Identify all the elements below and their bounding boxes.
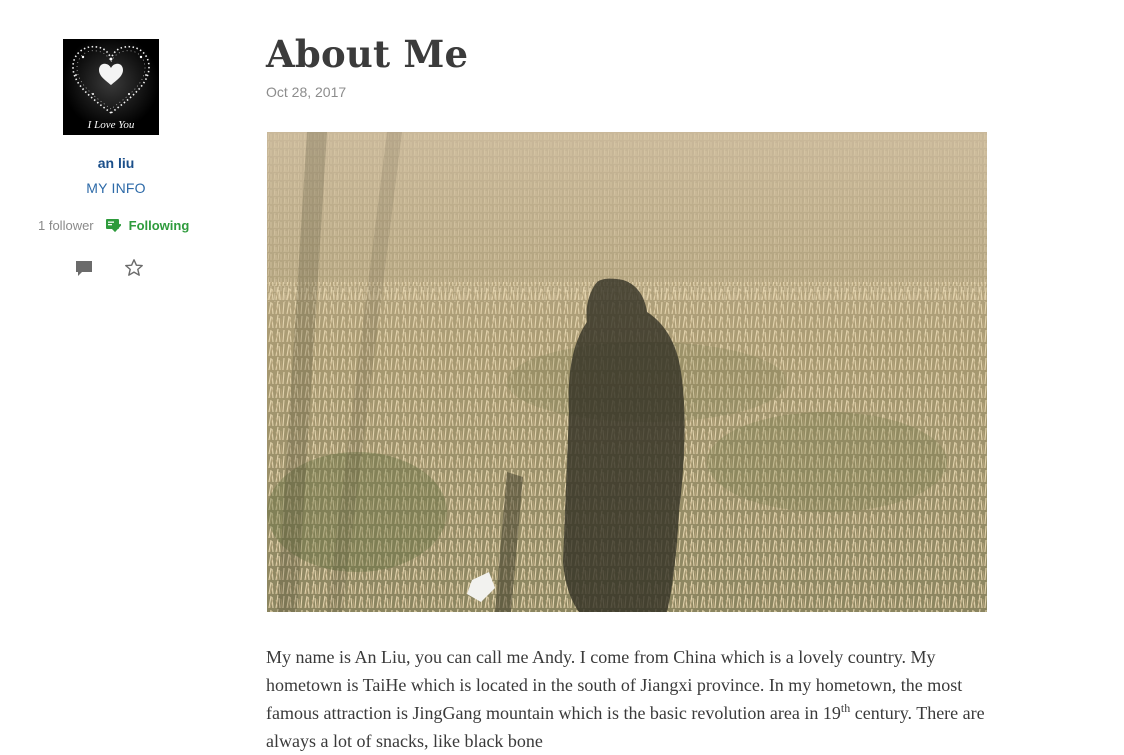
star-icon[interactable]	[124, 258, 144, 278]
follow-row: 1 follower Following	[38, 217, 189, 233]
post-actions	[74, 258, 144, 278]
follower-count[interactable]: 1 follower	[38, 218, 94, 233]
following-label: Following	[128, 217, 190, 233]
post-title: About Me	[266, 32, 469, 76]
following-button[interactable]: Following	[105, 217, 190, 233]
following-check-icon	[105, 219, 121, 233]
post-date: Oct 28, 2017	[266, 84, 347, 100]
heart-avatar-image: I Love You	[63, 39, 159, 135]
rice-field-shadow-photo	[267, 132, 987, 612]
my-info-link[interactable]: MY INFO	[0, 180, 232, 196]
post-body-superscript: th	[840, 701, 851, 715]
post-hero-image	[267, 132, 987, 612]
author-name-link[interactable]: an liu	[0, 155, 232, 171]
avatar-caption: I Love You	[87, 119, 135, 131]
author-avatar[interactable]: I Love You	[63, 39, 159, 135]
comment-icon[interactable]	[74, 258, 94, 278]
post-body: My name is An Liu, you can call me Andy.…	[266, 643, 986, 755]
